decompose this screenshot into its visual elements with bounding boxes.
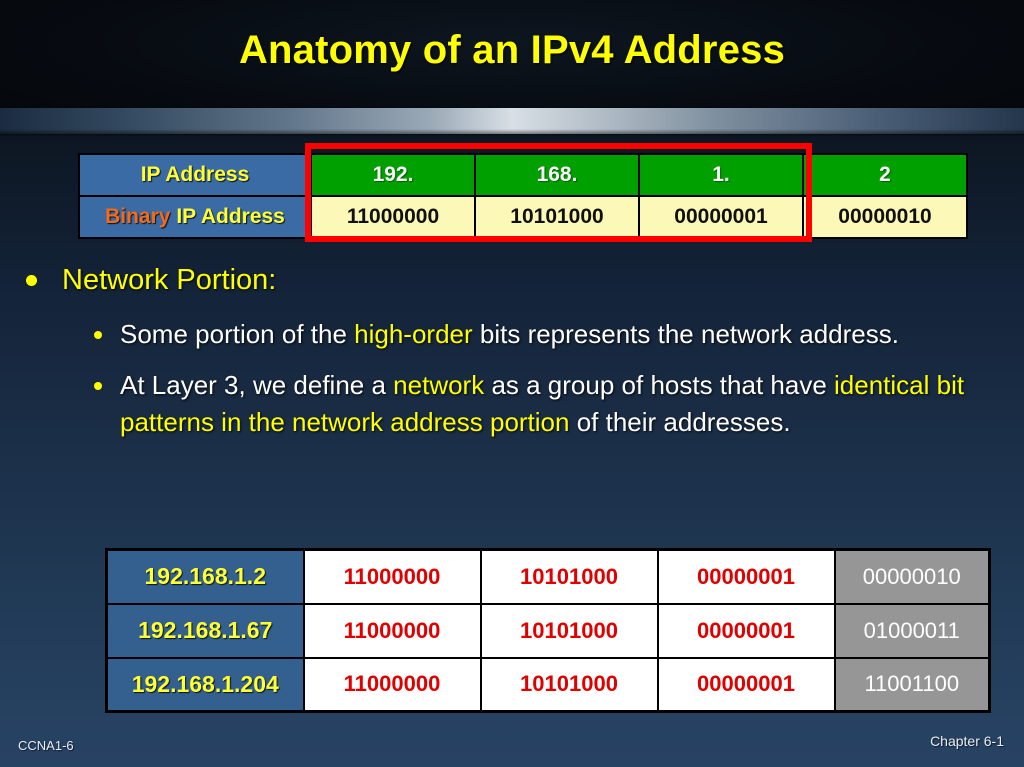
example-ip-address: 192.168.1.67 <box>105 602 305 659</box>
bullet-level2-layer3-network: At Layer 3, we define a network as a gro… <box>0 367 1024 441</box>
bullet-seg-highlight-high-order: high-order <box>354 319 473 349</box>
example-ip-address: 192.168.1.2 <box>105 548 305 605</box>
table-row: Binary IP Address 11000000 10101000 0000… <box>78 195 968 239</box>
title-divider-bar <box>0 108 1024 134</box>
octet-binary-2: 10101000 <box>474 195 640 239</box>
bullet-seg-1: At Layer 3, we define a <box>120 370 394 400</box>
octet-decimal-2: 168. <box>474 153 640 197</box>
bullet-list: Network Portion: Some portion of the hig… <box>0 262 1024 441</box>
row-label-text: IP Address <box>140 163 250 186</box>
footer-course-label: CCNA1-6 <box>18 738 74 753</box>
example-ip-address: 192.168.1.204 <box>105 656 305 713</box>
octet-decimal-3: 1. <box>638 153 804 197</box>
example-octet-binary-4-host: 11001100 <box>833 656 991 713</box>
example-octet-binary-1: 11000000 <box>302 602 482 659</box>
bullet-level1-network-portion: Network Portion: <box>0 262 1024 298</box>
example-octet-binary-1: 11000000 <box>302 656 482 713</box>
example-octet-binary-3: 00000001 <box>656 548 836 605</box>
example-octet-binary-3: 00000001 <box>656 656 836 713</box>
bullet-seg-2: as a group of hosts that have <box>484 370 834 400</box>
row-label-binary-ip-address: Binary IP Address <box>78 195 312 239</box>
host-examples-table: 192.168.1.2 11000000 10101000 00000001 0… <box>105 548 991 713</box>
row-label-text-ip-address: IP Address <box>176 205 285 228</box>
octet-decimal-1: 192. <box>310 153 476 197</box>
bullet-seg-2: bits represents the network address. <box>472 319 899 349</box>
table-row: 192.168.1.204 11000000 10101000 00000001… <box>105 656 991 713</box>
example-octet-binary-4-host: 01000011 <box>833 602 991 659</box>
octet-binary-3: 00000001 <box>638 195 804 239</box>
bullet-seg-1: Some portion of the <box>120 319 355 349</box>
page-title: Anatomy of an IPv4 Address <box>238 28 786 72</box>
bullet-level2-high-order: Some portion of the high-order bits repr… <box>0 316 1024 353</box>
row-label-text-binary: Binary <box>105 205 177 228</box>
bullet-dot-icon <box>94 331 102 339</box>
title-band: Anatomy of an IPv4 Address <box>0 0 1024 108</box>
bullet-seg-highlight-network: network <box>393 370 485 400</box>
octet-binary-1: 11000000 <box>310 195 476 239</box>
example-octet-binary-2: 10101000 <box>479 548 659 605</box>
example-octet-binary-3: 00000001 <box>656 602 836 659</box>
example-octet-binary-1: 11000000 <box>302 548 482 605</box>
bullet-seg-3: of their addresses. <box>569 407 791 437</box>
octet-decimal-4: 2 <box>802 153 968 197</box>
slide-canvas: Anatomy of an IPv4 Address IP Address 19… <box>0 0 1024 767</box>
bullet-dot-icon <box>94 382 102 390</box>
example-octet-binary-2: 10101000 <box>479 656 659 713</box>
table-row: 192.168.1.2 11000000 10101000 00000001 0… <box>105 548 991 605</box>
example-octet-binary-4-host: 00000010 <box>833 548 991 605</box>
example-octet-binary-2: 10101000 <box>479 602 659 659</box>
bullet-dot-icon <box>26 275 37 286</box>
ipv4-address-breakdown-table: IP Address 192. 168. 1. 2 Binary IP Addr… <box>78 153 968 239</box>
table-row: 192.168.1.67 11000000 10101000 00000001 … <box>105 602 991 659</box>
row-label-ip-address: IP Address <box>78 153 312 197</box>
bullet-level1-label: Network Portion: <box>62 264 277 296</box>
octet-binary-4: 00000010 <box>802 195 968 239</box>
footer-chapter-label: Chapter 6-1 <box>930 733 1004 749</box>
table-row: IP Address 192. 168. 1. 2 <box>78 153 968 197</box>
